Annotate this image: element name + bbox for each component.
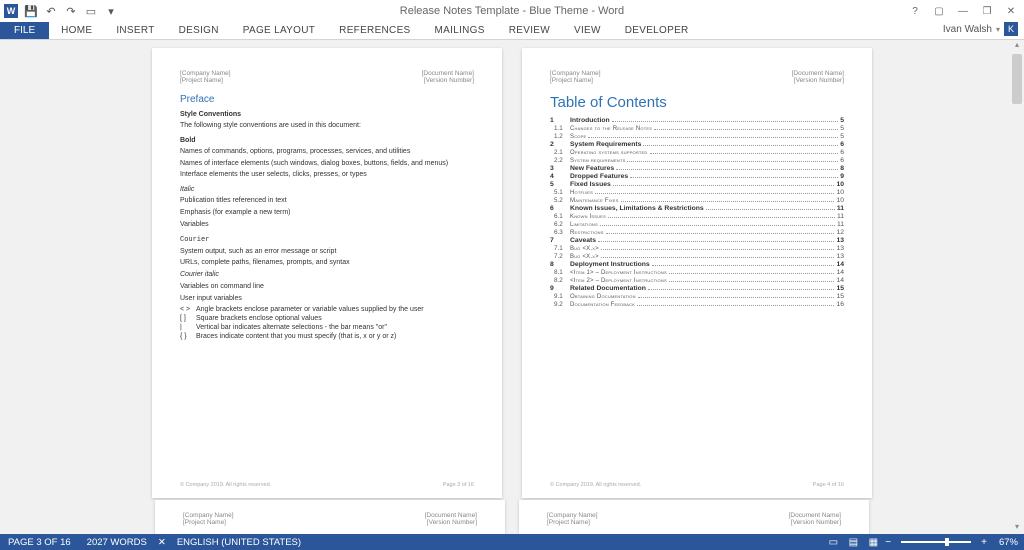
vertical-scrollbar[interactable]: ▴ ▾ bbox=[1010, 40, 1024, 534]
window-title: Release Notes Template - Blue Theme - Wo… bbox=[0, 5, 1024, 17]
toc-entry[interactable]: 8.1<Item 1> – Deployment Instructions14 bbox=[550, 269, 844, 276]
page-6-peek[interactable]: [Company Name][Project Name] [Document N… bbox=[519, 500, 869, 534]
toc-entry[interactable]: 2.1Operating systems supported6 bbox=[550, 149, 844, 156]
status-page[interactable]: PAGE 3 OF 16 bbox=[0, 537, 79, 548]
document-area[interactable]: [Company Name][Project Name] [Document N… bbox=[0, 40, 1024, 534]
tab-references[interactable]: REFERENCES bbox=[327, 22, 422, 39]
word-app-icon: W bbox=[4, 4, 18, 18]
spellcheck-icon[interactable]: ✕ bbox=[155, 536, 169, 548]
zoom-out-button[interactable]: − bbox=[885, 537, 891, 548]
ribbon-toggle-icon[interactable]: ▢ bbox=[932, 4, 946, 18]
ribbon-tabs: FILE HOME INSERT DESIGN PAGE LAYOUT REFE… bbox=[0, 22, 1024, 40]
toc-entry[interactable]: 1Introduction5 bbox=[550, 117, 844, 124]
user-dropdown-icon[interactable]: ▾ bbox=[996, 25, 1000, 34]
toc-entry[interactable]: 1.1Changes to the Release Notes5 bbox=[550, 125, 844, 132]
toc-entry[interactable]: 1.2Scope5 bbox=[550, 133, 844, 140]
toc-entry[interactable]: 7Caveats13 bbox=[550, 237, 844, 244]
zoom-level[interactable]: 67% bbox=[991, 537, 1018, 548]
title-bar: W 💾 ↶ ↷ ▭ ▾ Release Notes Template - Blu… bbox=[0, 0, 1024, 22]
toc-heading: Table of Contents bbox=[550, 94, 844, 111]
qat-customize-icon[interactable]: ▾ bbox=[104, 4, 118, 18]
toc-entry[interactable]: 2.2System requirements6 bbox=[550, 157, 844, 164]
toc-entry[interactable]: 5Fixed Issues10 bbox=[550, 181, 844, 188]
page-5-peek[interactable]: [Company Name][Project Name] [Document N… bbox=[155, 500, 505, 534]
toc-entry[interactable]: 9.1Obtaining Documentation15 bbox=[550, 293, 844, 300]
toc-entry[interactable]: 2System Requirements6 bbox=[550, 141, 844, 148]
status-bar: PAGE 3 OF 16 2027 WORDS ✕ ENGLISH (UNITE… bbox=[0, 534, 1024, 550]
close-icon[interactable]: ✕ bbox=[1004, 4, 1018, 18]
read-mode-icon[interactable]: ▭ bbox=[825, 536, 841, 548]
toc-entry[interactable]: 7.2Bug <X.x>13 bbox=[550, 253, 844, 260]
tab-view[interactable]: VIEW bbox=[562, 22, 613, 39]
print-layout-icon[interactable]: ▤ bbox=[845, 536, 861, 548]
tab-developer[interactable]: DEVELOPER bbox=[613, 22, 701, 39]
toc-entry[interactable]: 6.2Limitations11 bbox=[550, 221, 844, 228]
tab-design[interactable]: DESIGN bbox=[167, 22, 231, 39]
page-3[interactable]: [Company Name][Project Name] [Document N… bbox=[152, 48, 502, 498]
page-header: [Company Name][Project Name] [Document N… bbox=[550, 70, 844, 84]
tab-file[interactable]: FILE bbox=[0, 22, 49, 39]
zoom-slider[interactable] bbox=[901, 541, 971, 543]
scroll-up-icon[interactable]: ▴ bbox=[1010, 40, 1024, 52]
user-name[interactable]: Ivan Walsh bbox=[943, 24, 992, 35]
restore-icon[interactable]: ❐ bbox=[980, 4, 994, 18]
toc-entry[interactable]: 5.1Hotfixes10 bbox=[550, 189, 844, 196]
help-icon[interactable]: ? bbox=[908, 4, 922, 18]
preface-heading: Preface bbox=[180, 94, 474, 105]
undo-icon[interactable]: ↶ bbox=[44, 4, 58, 18]
save-icon[interactable]: 💾 bbox=[24, 4, 38, 18]
zoom-in-button[interactable]: + bbox=[981, 537, 987, 548]
tab-mailings[interactable]: MAILINGS bbox=[423, 22, 497, 39]
page-header: [Company Name][Project Name] [Document N… bbox=[180, 70, 474, 84]
user-avatar[interactable]: K bbox=[1004, 22, 1018, 36]
minimize-icon[interactable]: — bbox=[956, 4, 970, 18]
status-words[interactable]: 2027 WORDS bbox=[79, 537, 155, 548]
toc-entry[interactable]: 5.2Maintenance Fixes10 bbox=[550, 197, 844, 204]
toc-entry[interactable]: 8Deployment Instructions14 bbox=[550, 261, 844, 268]
web-layout-icon[interactable]: ▦ bbox=[865, 536, 881, 548]
scroll-thumb[interactable] bbox=[1012, 54, 1022, 104]
tab-review[interactable]: REVIEW bbox=[497, 22, 562, 39]
scroll-down-icon[interactable]: ▾ bbox=[1010, 522, 1024, 534]
tab-page-layout[interactable]: PAGE LAYOUT bbox=[231, 22, 327, 39]
page-4[interactable]: [Company Name][Project Name] [Document N… bbox=[522, 48, 872, 498]
toc-body: 1Introduction51.1Changes to the Release … bbox=[550, 117, 844, 308]
status-language[interactable]: ENGLISH (UNITED STATES) bbox=[169, 537, 309, 548]
toc-entry[interactable]: 7.1Bug <X.x>13 bbox=[550, 245, 844, 252]
toc-entry[interactable]: 6.3Restrictions12 bbox=[550, 229, 844, 236]
zoom-slider-thumb[interactable] bbox=[945, 538, 949, 546]
toc-entry[interactable]: 3New Features8 bbox=[550, 165, 844, 172]
toc-entry[interactable]: 9Related Documentation15 bbox=[550, 285, 844, 292]
touch-mode-icon[interactable]: ▭ bbox=[84, 4, 98, 18]
toc-entry[interactable]: 6Known Issues, Limitations & Restriction… bbox=[550, 205, 844, 212]
tab-insert[interactable]: INSERT bbox=[104, 22, 166, 39]
toc-entry[interactable]: 8.2<Item 2> – Deployment Instructions14 bbox=[550, 277, 844, 284]
toc-entry[interactable]: 9.2Documentation Feedback16 bbox=[550, 301, 844, 308]
style-conventions-heading: Style Conventions bbox=[180, 111, 474, 118]
toc-entry[interactable]: 4Dropped Features9 bbox=[550, 173, 844, 180]
tab-home[interactable]: HOME bbox=[49, 22, 104, 39]
toc-entry[interactable]: 6.1Known Issues11 bbox=[550, 213, 844, 220]
redo-icon[interactable]: ↷ bbox=[64, 4, 78, 18]
